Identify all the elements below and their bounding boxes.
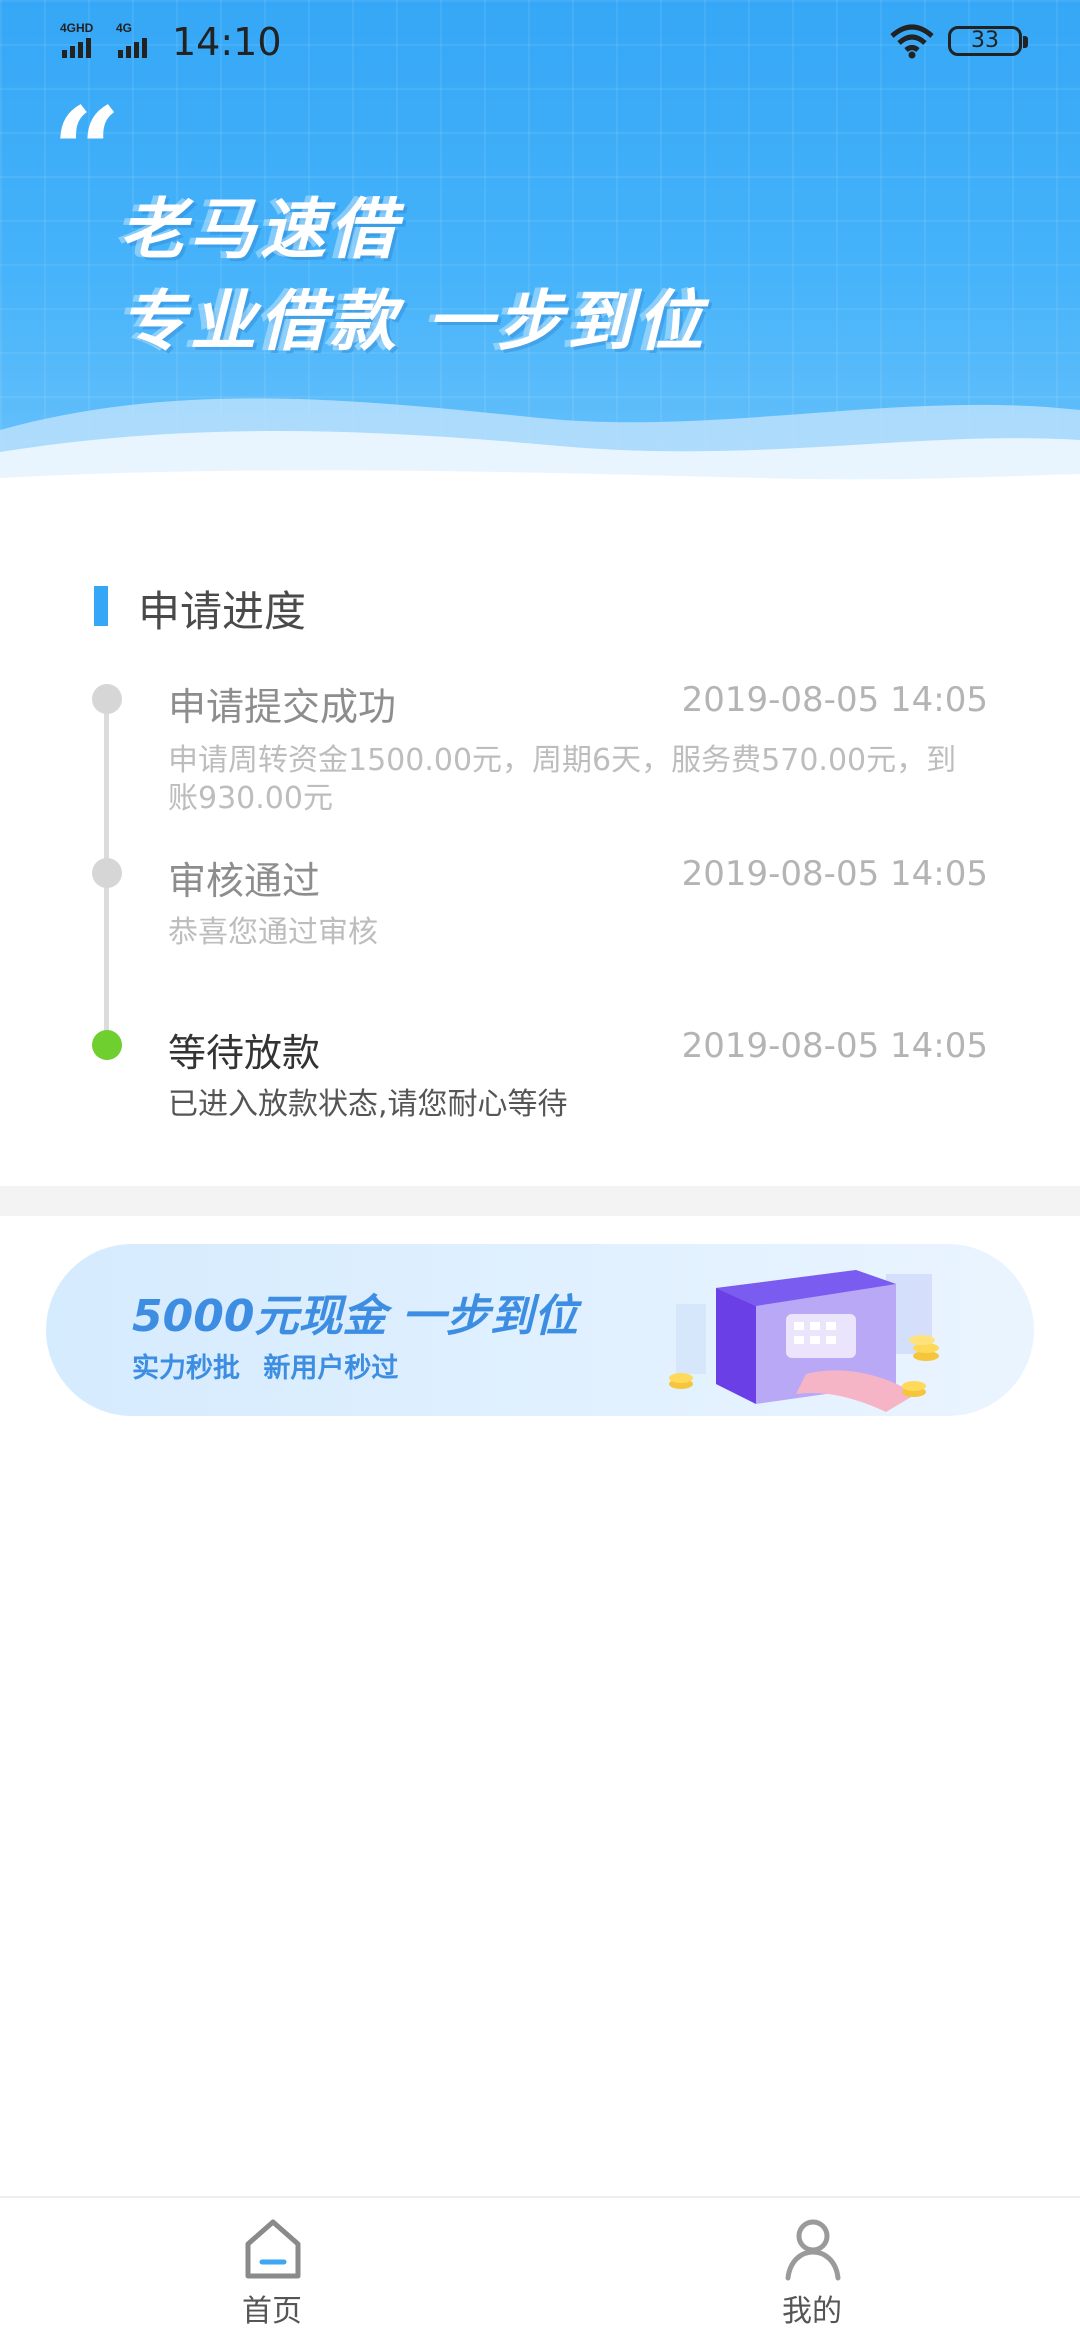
battery-icon: 33 bbox=[948, 26, 1028, 56]
step-title: 审核通过 bbox=[168, 859, 321, 903]
step-dot-active bbox=[92, 1030, 122, 1060]
step-time: 2019-08-05 14:05 bbox=[681, 1026, 988, 1066]
slogan-line-1: 老马速借 bbox=[120, 191, 400, 268]
step-title: 申请提交成功 bbox=[168, 685, 397, 729]
step-time: 2019-08-05 14:05 bbox=[681, 854, 988, 894]
step-title: 等待放款 bbox=[168, 1031, 321, 1075]
quote-mark-icon: “ bbox=[52, 81, 122, 222]
nav-mine[interactable]: 我的 bbox=[712, 2198, 912, 2342]
section-divider bbox=[0, 1186, 1080, 1216]
nav-home-label: 首页 bbox=[242, 2294, 302, 2329]
wifi-icon bbox=[890, 24, 934, 59]
section-title-bar bbox=[94, 586, 108, 626]
nav-mine-label: 我的 bbox=[782, 2294, 842, 2329]
header-banner: 4GHD 4G 14:10 33 “ 老马速借 专业借款 一步到位 bbox=[0, 0, 1080, 500]
step-dot bbox=[92, 684, 122, 714]
person-icon bbox=[785, 2219, 841, 2281]
section-title-text: 申请进度 bbox=[138, 587, 307, 636]
bottom-nav: 首页 我的 bbox=[0, 2196, 1080, 2342]
status-bar: 4GHD 4G 14:10 33 bbox=[0, 0, 1080, 84]
svg-text:4GHD: 4GHD bbox=[60, 21, 94, 35]
step-desc: 已进入放款状态,请您耐心等待 bbox=[168, 1087, 568, 1122]
slogan-line-2: 专业借款 一步到位 bbox=[120, 283, 707, 360]
promo-banner-title: 5000元现金 一步到位 bbox=[132, 1291, 578, 1342]
promo-banner[interactable]: 5000元现金 一步到位 实力秒批 新用户秒过 bbox=[46, 1244, 1034, 1416]
pos-terminal-illustration bbox=[669, 1270, 939, 1412]
status-time: 14:10 bbox=[172, 20, 282, 64]
step-dot bbox=[92, 858, 122, 888]
step-desc: 恭喜您通过审核 bbox=[168, 915, 378, 950]
svg-text:4G: 4G bbox=[116, 21, 132, 35]
promo-banner-subtitle: 实力秒批 新用户秒过 bbox=[132, 1353, 399, 1384]
step-time: 2019-08-05 14:05 bbox=[681, 680, 988, 720]
step-desc: 申请周转资金1500.00元，周期6天，服务费570.00元，到账930.00元 bbox=[168, 743, 957, 816]
home-icon bbox=[245, 2219, 301, 2279]
nav-home[interactable]: 首页 bbox=[172, 2198, 372, 2342]
header-wave bbox=[0, 398, 1080, 500]
signal-icon: 4GHD 4G bbox=[60, 21, 147, 58]
